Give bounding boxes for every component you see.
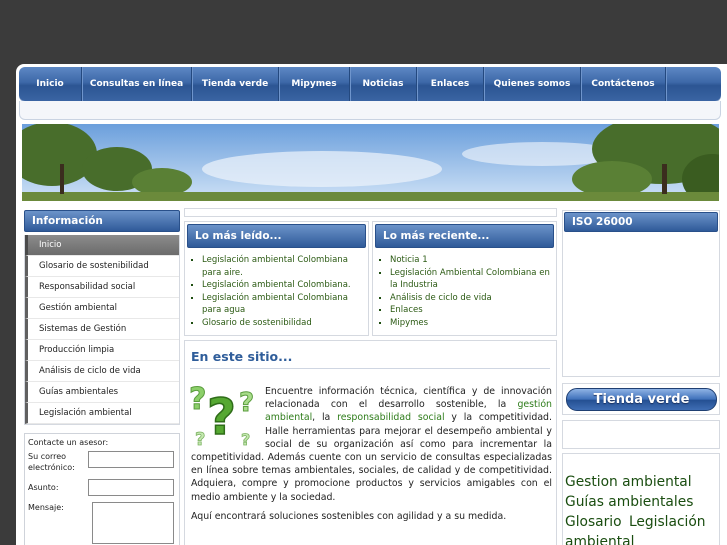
- most-read-box: Lo más leído... Legislación ambiental Co…: [184, 221, 369, 336]
- most-recent-title: Lo más reciente...: [375, 224, 554, 248]
- sidebar-item-produccion-limpia[interactable]: Producción limpia: [25, 340, 179, 361]
- most-read-link[interactable]: Legislación ambiental Colombiana para ag…: [202, 293, 348, 316]
- tag-link[interactable]: Guías ambientales: [565, 494, 693, 510]
- svg-text:?: ?: [195, 429, 205, 449]
- nav-item-quienes-somos[interactable]: Quienes somos: [484, 67, 581, 101]
- nav-item-tienda-verde[interactable]: Tienda verde: [192, 67, 279, 101]
- nav-item-inicio[interactable]: Inicio: [19, 67, 82, 101]
- site-intro-title: En este sitio...: [191, 349, 293, 364]
- svg-text:?: ?: [241, 430, 250, 449]
- site-intro-box: En este sitio... ? ? ? ? ? Encuentre inf…: [184, 340, 557, 545]
- nav-item-contactenos[interactable]: Contáctenos: [581, 67, 666, 101]
- most-recent-box: Lo más reciente... Noticia 1 Legislación…: [372, 221, 557, 336]
- divider: [190, 368, 550, 369]
- tienda-verde-button[interactable]: Tienda verde: [566, 388, 717, 411]
- sidebar-item-legislacion[interactable]: Legislación ambiental: [25, 403, 179, 424]
- tag-link[interactable]: Glosario: [565, 514, 622, 530]
- most-recent-link[interactable]: Mipymes: [390, 318, 428, 328]
- list-item[interactable]: Legislación ambiental Colombiana para ai…: [202, 254, 368, 279]
- intro-closing-text: Aquí encontrará soluciones sostenibles c…: [191, 510, 507, 522]
- sidebar-item-guias-ambientales[interactable]: Guías ambientales: [25, 382, 179, 403]
- nav-item-noticias[interactable]: Noticias: [350, 67, 417, 101]
- store-box: Tienda verde: [562, 383, 720, 415]
- list-item[interactable]: Análisis de ciclo de vida: [390, 292, 556, 305]
- most-recent-link[interactable]: Legislación Ambiental Colombiana en la I…: [390, 268, 550, 291]
- nav-item-enlaces[interactable]: Enlaces: [417, 67, 484, 101]
- svg-text:?: ?: [189, 382, 206, 417]
- most-recent-link[interactable]: Noticia 1: [390, 255, 428, 265]
- contact-title: Contacte un asesor:: [28, 438, 109, 447]
- subject-field[interactable]: [88, 479, 174, 496]
- page: Inicio Consultas en línea Tienda verde M…: [16, 64, 727, 545]
- subject-label: Asunto:: [28, 483, 59, 492]
- most-read-link[interactable]: Legislación ambiental Colombiana.: [202, 280, 351, 290]
- center-top-strip: [184, 208, 557, 217]
- sidebar-item-ciclo-vida[interactable]: Análisis de ciclo de vida: [25, 361, 179, 382]
- svg-text:?: ?: [207, 388, 236, 446]
- message-label: Mensaje:: [28, 503, 64, 512]
- nav-item-mipymes[interactable]: Mipymes: [279, 67, 350, 101]
- sidebar-item-glosario[interactable]: Glosario de sostenibilidad: [25, 256, 179, 277]
- sidebar-menu: Inicio Glosario de sostenibilidad Respon…: [24, 235, 180, 425]
- sidebar-title: Información: [24, 210, 180, 232]
- email-label: Su correo electrónico:: [28, 452, 75, 472]
- sidebar-item-sistemas-gestion[interactable]: Sistemas de Gestión: [25, 319, 179, 340]
- intro-text-part: Encuentre información técnica, científic…: [265, 386, 552, 411]
- site-intro-text: ? ? ? ? ? Encuentre información técnica,…: [189, 382, 553, 523]
- header-banner-image: [22, 124, 719, 201]
- main-nav: Inicio Consultas en línea Tienda verde M…: [19, 67, 721, 101]
- most-read-list: Legislación ambiental Colombiana para ai…: [185, 254, 368, 329]
- sidebar-item-responsabilidad-social[interactable]: Responsabilidad social: [25, 277, 179, 298]
- most-recent-link[interactable]: Análisis de ciclo de vida: [390, 293, 492, 303]
- question-marks-image: ? ? ? ? ?: [189, 379, 263, 451]
- left-sidebar: Información Inicio Glosario de sostenibi…: [24, 210, 180, 545]
- most-read-title: Lo más leído...: [187, 224, 366, 248]
- email-field[interactable]: [88, 451, 174, 468]
- tag-cloud: Gestion ambiental Guías ambientales Glos…: [562, 453, 720, 545]
- list-item[interactable]: Mipymes: [390, 317, 556, 330]
- intro-text-part: , la: [312, 412, 338, 424]
- list-item[interactable]: Glosario de sostenibilidad: [202, 317, 368, 330]
- most-recent-list: Noticia 1 Legislación Ambiental Colombia…: [373, 254, 556, 329]
- list-item[interactable]: Legislación Ambiental Colombiana en la I…: [390, 267, 556, 292]
- list-item[interactable]: Legislación ambiental Colombiana para ag…: [202, 292, 368, 317]
- sidebar-item-inicio[interactable]: Inicio: [25, 235, 179, 256]
- most-recent-link[interactable]: Enlaces: [390, 305, 423, 315]
- list-item[interactable]: Enlaces: [390, 304, 556, 317]
- svg-text:?: ?: [239, 388, 254, 418]
- nav-substrip: [19, 101, 721, 120]
- contact-form: Contacte un asesor: Su correo electrónic…: [24, 433, 180, 545]
- most-read-link[interactable]: Legislación ambiental Colombiana para ai…: [202, 255, 348, 278]
- iso-26000-box: ISO 26000: [562, 210, 720, 377]
- message-textarea[interactable]: [92, 502, 174, 544]
- list-item[interactable]: Noticia 1: [390, 254, 556, 267]
- list-item[interactable]: Legislación ambiental Colombiana.: [202, 279, 368, 292]
- iso-title: ISO 26000: [564, 212, 718, 232]
- nav-item-consultas[interactable]: Consultas en línea: [82, 67, 192, 101]
- empty-box: [562, 420, 720, 449]
- responsabilidad-social-link[interactable]: responsabilidad social: [337, 412, 445, 423]
- tag-link[interactable]: Gestion ambiental: [565, 474, 692, 490]
- most-read-link[interactable]: Glosario de sostenibilidad: [202, 318, 312, 328]
- sidebar-item-gestion-ambiental[interactable]: Gestión ambiental: [25, 298, 179, 319]
